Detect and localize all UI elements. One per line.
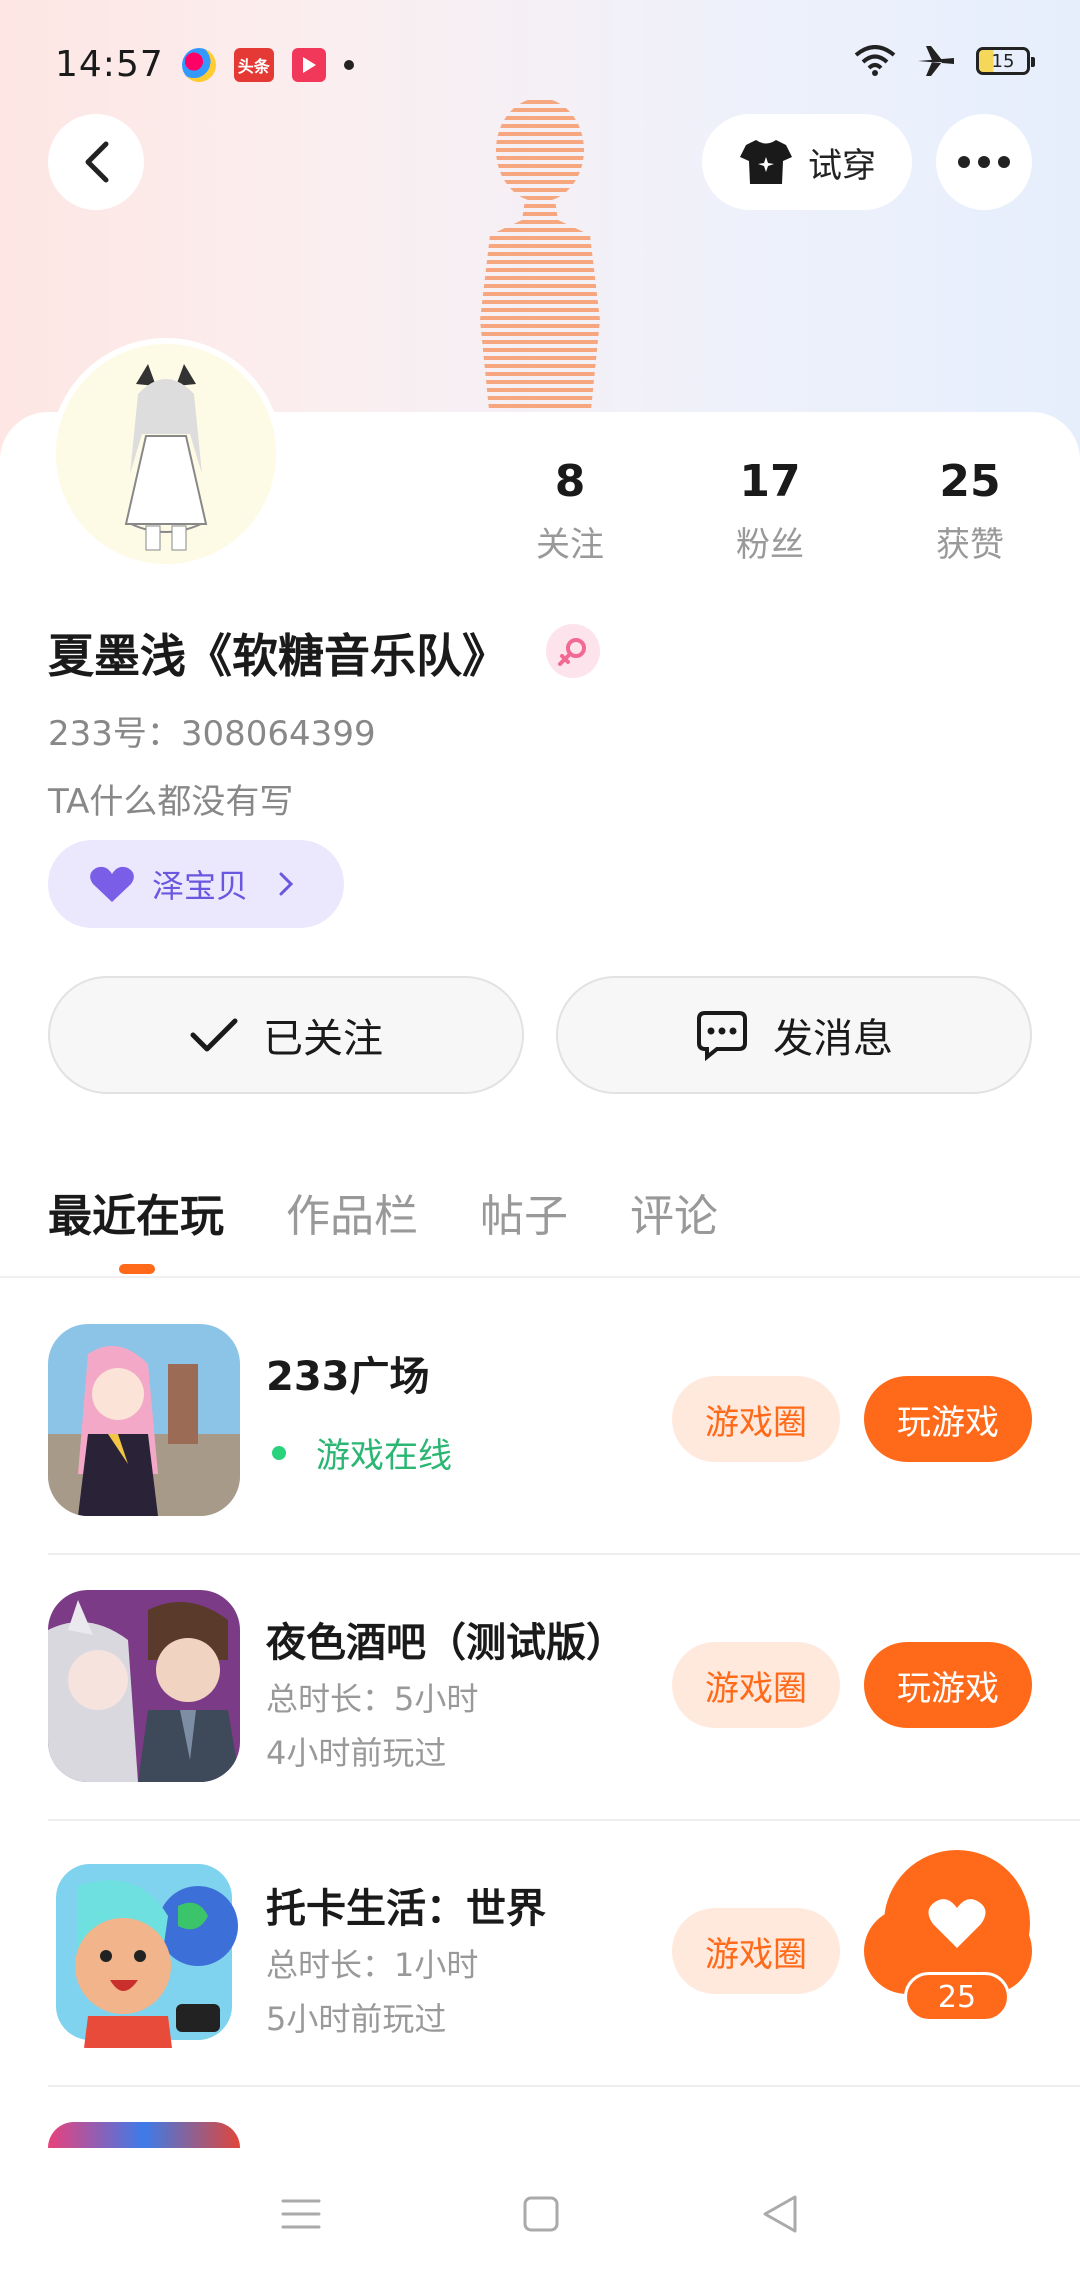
more-dot xyxy=(998,156,1010,168)
list-divider xyxy=(48,1553,1080,1555)
tabs-divider xyxy=(0,1276,1080,1278)
stat-following[interactable]: 8 关注 xyxy=(470,456,670,566)
menu-icon[interactable] xyxy=(281,2197,321,2231)
stat-label: 关注 xyxy=(536,525,604,565)
status-time: 14:57 xyxy=(55,44,164,85)
play-game-button[interactable]: 玩游戏 xyxy=(864,1642,1032,1728)
list-divider xyxy=(48,2085,1080,2087)
game-list-item[interactable]: 233广场 游戏在线 游戏圈 玩游戏 xyxy=(48,1324,1080,1590)
back-triangle-icon[interactable] xyxy=(761,2193,799,2235)
stat-label: 粉丝 xyxy=(736,525,804,565)
online-status-text: 游戏在线 xyxy=(316,1436,452,1476)
home-icon[interactable] xyxy=(522,2195,560,2233)
battery-icon: 15 xyxy=(976,47,1035,75)
more-dot xyxy=(958,156,970,168)
profile-stats: 8 关注 17 粉丝 25 获赞 xyxy=(470,456,1070,566)
more-options-button[interactable] xyxy=(936,114,1032,210)
tab-posts[interactable]: 帖子 xyxy=(480,1180,568,1244)
stat-number: 8 xyxy=(554,456,586,507)
tshirt-icon xyxy=(740,140,792,184)
user-id: 233号：308064399 xyxy=(48,714,376,754)
game-play-duration: 总时长：5小时 xyxy=(266,1680,479,1718)
game-title: 233广场 xyxy=(266,1354,430,1400)
airplane-mode-icon xyxy=(918,46,954,76)
stat-number: 25 xyxy=(939,456,1001,507)
game-list-item[interactable]: 夜色酒吧（测试版） 总时长：5小时 4小时前玩过 游戏圈 玩游戏 xyxy=(48,1590,1080,1856)
stat-followers[interactable]: 17 粉丝 xyxy=(670,456,870,566)
game-icon-night-bar xyxy=(48,1590,240,1782)
avatar-character-image xyxy=(56,344,276,564)
chat-bubble-icon xyxy=(697,1011,747,1061)
game-circle-button[interactable]: 游戏圈 xyxy=(672,1642,840,1728)
stat-label: 获赞 xyxy=(936,525,1004,565)
user-name: 夏墨浅《软糖音乐队》 xyxy=(48,629,508,683)
followed-button[interactable]: 已关注 xyxy=(48,976,524,1094)
avatar-silhouette-figure xyxy=(480,100,600,420)
game-last-played: 4小时前玩过 xyxy=(266,1734,447,1772)
try-on-label: 试穿 xyxy=(808,145,876,186)
status-bar: 14:57 头条 15 xyxy=(0,0,1080,130)
game-circle-button[interactable]: 游戏圈 xyxy=(672,1908,840,1994)
game-title: 托卡生活：世界 xyxy=(266,1886,546,1932)
send-message-label: 发消息 xyxy=(773,1016,893,1062)
game-circle-button[interactable]: 游戏圈 xyxy=(672,1376,840,1462)
tab-comments[interactable]: 评论 xyxy=(630,1180,718,1244)
send-message-button[interactable]: 发消息 xyxy=(556,976,1032,1094)
more-dot xyxy=(978,156,990,168)
chevron-left-icon xyxy=(85,141,109,183)
system-navigation-bar xyxy=(0,2148,1080,2280)
tab-works[interactable]: 作品栏 xyxy=(286,1180,418,1244)
game-title: 夜色酒吧（测试版） xyxy=(266,1620,626,1666)
active-tab-indicator xyxy=(119,1264,155,1274)
stat-number: 17 xyxy=(739,456,801,507)
wifi-icon xyxy=(854,45,896,76)
user-avatar[interactable] xyxy=(50,338,282,570)
followed-label: 已关注 xyxy=(263,1016,383,1062)
profile-tabs: 最近在玩 作品栏 帖子 评论 xyxy=(48,1180,718,1244)
heart-icon xyxy=(928,1899,986,1948)
tab-recently-played[interactable]: 最近在玩 xyxy=(48,1180,224,1244)
list-divider xyxy=(48,1819,1080,1821)
try-on-button[interactable]: 试穿 xyxy=(702,114,912,210)
multi-color-app-icon xyxy=(181,47,216,82)
game-icon-partial[interactable] xyxy=(48,2122,240,2148)
relationship-label: 泽宝贝 xyxy=(152,867,249,905)
game-play-duration: 总时长：1小时 xyxy=(266,1946,479,1984)
video-play-icon xyxy=(291,47,326,82)
relationship-chip[interactable]: 泽宝贝 xyxy=(48,840,344,928)
stat-likes[interactable]: 25 获赞 xyxy=(870,456,1070,566)
toutiao-icon: 头条 xyxy=(233,47,274,82)
game-icon-233-plaza xyxy=(48,1324,240,1516)
online-dot-icon xyxy=(272,1445,286,1460)
game-icon-toca-life-world xyxy=(48,1856,240,2048)
notification-dot-icon xyxy=(343,59,354,70)
back-button[interactable] xyxy=(48,114,144,210)
online-status: 游戏在线 xyxy=(266,1428,452,1477)
chevron-right-icon xyxy=(279,872,294,896)
checkmark-icon xyxy=(190,1018,238,1052)
purple-heart-icon xyxy=(90,866,134,902)
female-gender-icon xyxy=(546,624,600,678)
like-count-badge: 25 xyxy=(904,1972,1010,2022)
play-game-button[interactable]: 玩游戏 xyxy=(864,1376,1032,1462)
game-last-played: 5小时前玩过 xyxy=(266,2000,447,2038)
user-bio: TA什么都没有写 xyxy=(48,782,294,822)
